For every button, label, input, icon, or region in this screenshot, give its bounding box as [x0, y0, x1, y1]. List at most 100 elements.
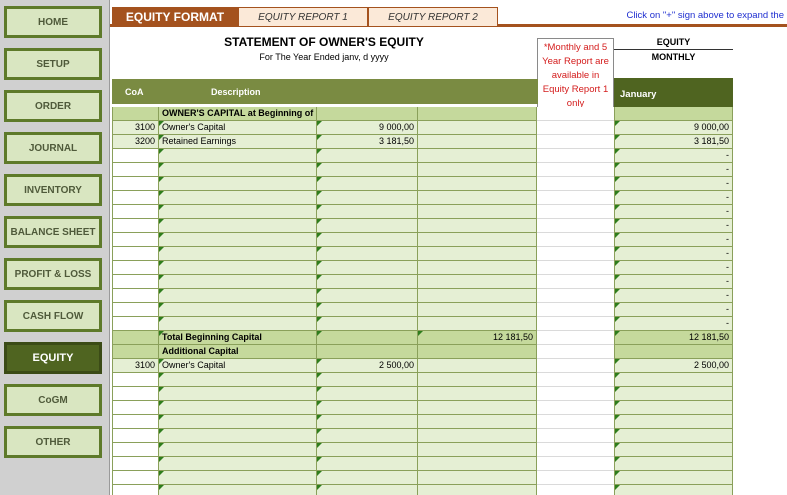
cell-january[interactable]: -: [614, 233, 733, 247]
cell-description[interactable]: [159, 289, 317, 303]
cell-january[interactable]: [614, 401, 733, 415]
cell-january[interactable]: [614, 107, 733, 121]
cell-description[interactable]: [159, 205, 317, 219]
cell-total[interactable]: 12 181,50: [418, 331, 537, 345]
cell-coa[interactable]: [112, 261, 159, 275]
cell-amount[interactable]: 2 500,00: [317, 359, 418, 373]
nav-equity-button[interactable]: EQUITY: [4, 342, 102, 374]
cell-amount[interactable]: [317, 373, 418, 387]
cell-january[interactable]: -: [614, 149, 733, 163]
cell-coa[interactable]: [112, 401, 159, 415]
cell-january[interactable]: [614, 485, 733, 495]
cell-coa[interactable]: [112, 457, 159, 471]
cell-january[interactable]: [614, 443, 733, 457]
cell-coa[interactable]: [112, 387, 159, 401]
cell-amount[interactable]: [317, 485, 418, 495]
tab-equity-format[interactable]: EQUITY FORMAT: [112, 7, 238, 27]
cell-total[interactable]: [418, 275, 537, 289]
cell-description[interactable]: [159, 373, 317, 387]
cell-january[interactable]: 2 500,00: [614, 359, 733, 373]
nav-setup-button[interactable]: SETUP: [4, 48, 102, 80]
cell-description[interactable]: [159, 443, 317, 457]
cell-description[interactable]: [159, 471, 317, 485]
cell-total[interactable]: [418, 387, 537, 401]
cell-description[interactable]: [159, 247, 317, 261]
cell-description[interactable]: [159, 485, 317, 495]
cell-description[interactable]: [159, 163, 317, 177]
cell-amount[interactable]: [317, 191, 418, 205]
cell-total[interactable]: [418, 457, 537, 471]
cell-coa[interactable]: 3100: [112, 359, 159, 373]
tab-equity-report-1[interactable]: EQUITY REPORT 1: [238, 7, 368, 27]
nav-balance-sheet-button[interactable]: BALANCE SHEET: [4, 216, 102, 248]
cell-january[interactable]: -: [614, 261, 733, 275]
cell-january[interactable]: [614, 387, 733, 401]
cell-january[interactable]: [614, 345, 733, 359]
cell-amount[interactable]: [317, 107, 418, 121]
cell-amount[interactable]: [317, 429, 418, 443]
cell-january[interactable]: [614, 471, 733, 485]
cell-total[interactable]: [418, 247, 537, 261]
cell-amount[interactable]: [317, 303, 418, 317]
cell-total[interactable]: [418, 429, 537, 443]
cell-description[interactable]: [159, 401, 317, 415]
cell-january[interactable]: 12 181,50: [614, 331, 733, 345]
cell-total[interactable]: [418, 415, 537, 429]
nav-home-button[interactable]: HOME: [4, 6, 102, 38]
cell-coa[interactable]: [112, 443, 159, 457]
cell-amount[interactable]: [317, 219, 418, 233]
cell-description[interactable]: Retained Earnings: [159, 135, 317, 149]
cell-amount[interactable]: [317, 317, 418, 331]
cell-total[interactable]: [418, 289, 537, 303]
cell-description[interactable]: OWNER'S CAPITAL at Beginning of Fiscal Y…: [159, 107, 317, 121]
cell-description[interactable]: [159, 429, 317, 443]
cell-amount[interactable]: [317, 331, 418, 345]
tab-equity-report-2[interactable]: EQUITY REPORT 2: [368, 7, 498, 27]
cell-total[interactable]: [418, 317, 537, 331]
cell-amount[interactable]: [317, 233, 418, 247]
cell-coa[interactable]: [112, 317, 159, 331]
cell-january[interactable]: -: [614, 317, 733, 331]
cell-description[interactable]: [159, 191, 317, 205]
cell-description[interactable]: [159, 317, 317, 331]
cell-amount[interactable]: [317, 443, 418, 457]
cell-coa[interactable]: [112, 107, 159, 121]
cell-january[interactable]: -: [614, 247, 733, 261]
cell-amount[interactable]: 9 000,00: [317, 121, 418, 135]
cell-total[interactable]: [418, 443, 537, 457]
cell-coa[interactable]: [112, 485, 159, 495]
cell-total[interactable]: [418, 107, 537, 121]
cell-total[interactable]: [418, 261, 537, 275]
cell-coa[interactable]: [112, 345, 159, 359]
cell-january[interactable]: 3 181,50: [614, 135, 733, 149]
cell-january[interactable]: [614, 373, 733, 387]
cell-total[interactable]: [418, 121, 537, 135]
cell-coa[interactable]: [112, 233, 159, 247]
cell-description[interactable]: [159, 415, 317, 429]
cell-amount[interactable]: [317, 163, 418, 177]
cell-total[interactable]: [418, 163, 537, 177]
cell-coa[interactable]: [112, 415, 159, 429]
cell-amount[interactable]: [317, 205, 418, 219]
cell-january[interactable]: [614, 429, 733, 443]
cell-description[interactable]: [159, 303, 317, 317]
nav-cash-flow-button[interactable]: CASH FLOW: [4, 300, 102, 332]
cell-total[interactable]: [418, 191, 537, 205]
cell-coa[interactable]: [112, 331, 159, 345]
cell-description[interactable]: Owner's Capital: [159, 121, 317, 135]
cell-january[interactable]: -: [614, 163, 733, 177]
cell-total[interactable]: [418, 135, 537, 149]
cell-coa[interactable]: [112, 303, 159, 317]
cell-coa[interactable]: [112, 289, 159, 303]
cell-total[interactable]: [418, 471, 537, 485]
cell-description[interactable]: [159, 149, 317, 163]
cell-description[interactable]: [159, 261, 317, 275]
cell-january[interactable]: [614, 457, 733, 471]
cell-coa[interactable]: 3200: [112, 135, 159, 149]
cell-coa[interactable]: [112, 275, 159, 289]
cell-description[interactable]: [159, 219, 317, 233]
cell-amount[interactable]: [317, 247, 418, 261]
cell-total[interactable]: [418, 205, 537, 219]
cell-total[interactable]: [418, 303, 537, 317]
cell-amount[interactable]: [317, 387, 418, 401]
